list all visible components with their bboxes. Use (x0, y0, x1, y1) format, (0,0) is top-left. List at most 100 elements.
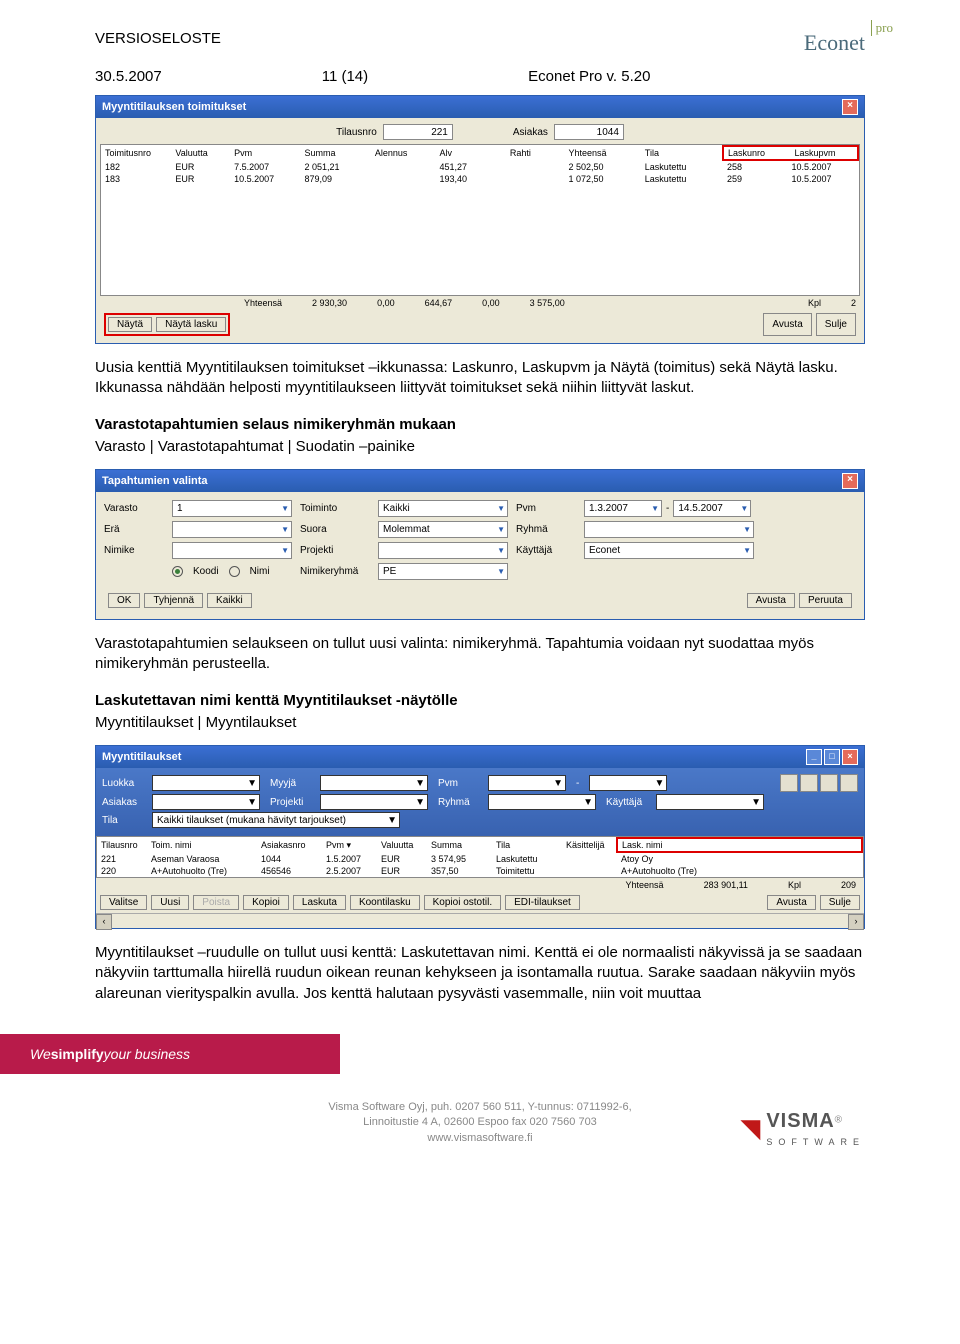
col-pvm[interactable]: Pvm (230, 146, 300, 160)
dd-kayttaja[interactable]: ▼ (656, 794, 764, 810)
dd-toiminto[interactable]: Kaikki▼ (378, 500, 508, 517)
horizontal-scrollbar[interactable]: ‹ › (96, 913, 864, 928)
col-alv[interactable]: Alv (435, 146, 505, 160)
koontilasku-button[interactable]: Koontilasku (350, 895, 420, 910)
search-icon[interactable] (800, 774, 818, 792)
dd-suora[interactable]: Molemmat▼ (378, 521, 508, 538)
scroll-left-icon[interactable]: ‹ (96, 914, 112, 930)
nayta-button[interactable]: Näytä (108, 317, 152, 332)
avusta-button[interactable]: Avusta (747, 593, 795, 608)
dd-era[interactable]: ▼ (172, 521, 292, 538)
table-row[interactable]: 221 Aseman Varaosa 1044 1.5.2007 EUR 3 5… (97, 852, 862, 865)
paragraph: Varastotapahtumien selaukseen on tullut … (95, 634, 865, 675)
avusta-button[interactable]: Avusta (763, 313, 811, 336)
poista-button: Poista (193, 895, 239, 910)
print-icon[interactable] (820, 774, 838, 792)
dd-pvm-to[interactable]: ▼ (589, 775, 667, 791)
lbl-tilausnro: Tilausnro (336, 127, 377, 138)
tyhjenna-button[interactable]: Tyhjennä (144, 593, 203, 608)
col-tilausnro[interactable]: Tilausnro (97, 838, 147, 852)
refresh-icon[interactable] (840, 774, 858, 792)
input-tilausnro[interactable] (383, 124, 453, 140)
lbl-ryhma: Ryhmä (516, 524, 576, 535)
dd-ryhma[interactable]: ▼ (488, 794, 596, 810)
dd-pvm-from[interactable]: 1.3.2007▼ (584, 500, 662, 517)
edi-tilaukset-button[interactable]: EDI-tilaukset (505, 895, 580, 910)
doc-title: VERSIOSELOSTE (95, 30, 221, 47)
paragraph: Myyntitilaukset –ruudulle on tullut uusi… (95, 943, 865, 1004)
filter-icon[interactable] (780, 774, 798, 792)
lbl-pvm: Pvm (438, 778, 478, 789)
col-valuutta[interactable]: Valuutta (377, 838, 427, 852)
totals-myyntitilaukset: Yhteensä 283 901,11 Kpl 209 (96, 878, 864, 892)
col-yhteensa[interactable]: Yhteensä (565, 146, 641, 160)
chevron-down-icon: ▼ (415, 778, 425, 789)
col-pvm[interactable]: Pvm ▾ (322, 838, 377, 852)
kaikki-button[interactable]: Kaikki (207, 593, 252, 608)
dd-projekti[interactable]: ▼ (320, 794, 428, 810)
col-summa[interactable]: Summa (427, 838, 492, 852)
col-alennus[interactable]: Alennus (371, 146, 436, 160)
econet-logo-text: Econet (804, 30, 865, 55)
peruuta-button[interactable]: Peruuta (799, 593, 852, 608)
kopioi-ostotil-button[interactable]: Kopioi ostotil. (424, 895, 501, 910)
minimize-icon[interactable]: _ (806, 749, 822, 765)
grid-toimitukset[interactable]: Toimitusnro Valuutta Pvm Summa Alennus A… (101, 145, 859, 185)
nayta-lasku-button[interactable]: Näytä lasku (156, 317, 226, 332)
col-asiakasnro[interactable]: Asiakasnro (257, 838, 322, 852)
lbl-era: Erä (104, 524, 164, 535)
dd-myyja[interactable]: ▼ (320, 775, 428, 791)
col-valuutta[interactable]: Valuutta (171, 146, 230, 160)
kopioi-button[interactable]: Kopioi (243, 895, 289, 910)
dd-asiakas[interactable]: ▼ (152, 794, 260, 810)
table-row[interactable]: 220 A+Autohuolto (Tre) 456546 2.5.2007 E… (97, 865, 862, 877)
sulje-button[interactable]: Sulje (816, 313, 856, 336)
col-kasittelija[interactable]: Käsittelijä (562, 838, 617, 852)
dd-projekti[interactable]: ▼ (378, 542, 508, 559)
col-tila[interactable]: Tila (641, 146, 723, 160)
scroll-right-icon[interactable]: › (848, 914, 864, 930)
win-tapahtumien-title: Tapahtumien valinta (102, 475, 208, 487)
col-laskupvm[interactable]: Laskupvm (790, 147, 857, 159)
dd-nimikeryhma[interactable]: PE▼ (378, 563, 508, 580)
ok-button[interactable]: OK (108, 593, 140, 608)
close-icon[interactable]: × (842, 99, 858, 115)
win-myyntitilaukset-title: Myyntitilaukset (102, 751, 181, 763)
lbl-kayttaja: Käyttäjä (606, 797, 646, 808)
win-toimitukset: Myyntitilauksen toimitukset × Tilausnro … (95, 95, 865, 344)
section-heading: Varastotapahtumien selaus nimikeryhmän m… (95, 415, 865, 435)
col-lasknimi[interactable]: Lask. nimi (617, 838, 862, 852)
dd-luokka[interactable]: ▼ (152, 775, 260, 791)
dd-pvm-from[interactable]: ▼ (488, 775, 566, 791)
dd-tila[interactable]: Kaikki tilaukset (mukana hävityt tarjouk… (152, 812, 400, 828)
grid-myyntitilaukset[interactable]: Tilausnro Toim. nimi Asiakasnro Pvm ▾ Va… (97, 837, 863, 877)
table-row[interactable]: 183 EUR 10.5.2007 879,09 193,40 1 072,50… (101, 173, 858, 185)
subheader: 30.5.2007 11 (14) Econet Pro v. 5.20 (95, 68, 865, 85)
dd-ryhma[interactable]: ▼ (584, 521, 754, 538)
econet-logo-pro: pro (871, 20, 893, 36)
lbl-myyja: Myyjä (270, 778, 310, 789)
maximize-icon[interactable]: □ (824, 749, 840, 765)
col-toimnimi[interactable]: Toim. nimi (147, 838, 257, 852)
laskuta-button[interactable]: Laskuta (293, 895, 346, 910)
radio-nimi[interactable] (229, 566, 240, 577)
col-summa[interactable]: Summa (300, 146, 370, 160)
dd-nimike[interactable]: ▼ (172, 542, 292, 559)
col-laskunro[interactable]: Laskunro (724, 147, 791, 159)
input-asiakas[interactable] (554, 124, 624, 140)
dd-pvm-to[interactable]: 14.5.2007▼ (673, 500, 751, 517)
col-toimitusnro[interactable]: Toimitusnro (101, 146, 171, 160)
sulje-button[interactable]: Sulje (820, 895, 860, 910)
lbl-tila: Tila (102, 815, 142, 826)
dd-kayttaja[interactable]: Econet▼ (584, 542, 754, 559)
radio-koodi[interactable] (172, 566, 183, 577)
table-row[interactable]: 182 EUR 7.5.2007 2 051,21 451,27 2 502,5… (101, 160, 858, 173)
close-icon[interactable]: × (842, 749, 858, 765)
avusta-button[interactable]: Avusta (767, 895, 815, 910)
close-icon[interactable]: × (842, 473, 858, 489)
col-tila[interactable]: Tila (492, 838, 562, 852)
col-rahti[interactable]: Rahti (506, 146, 565, 160)
dd-varasto[interactable]: 1▼ (172, 500, 292, 517)
uusi-button[interactable]: Uusi (151, 895, 189, 910)
valitse-button[interactable]: Valitse (100, 895, 147, 910)
